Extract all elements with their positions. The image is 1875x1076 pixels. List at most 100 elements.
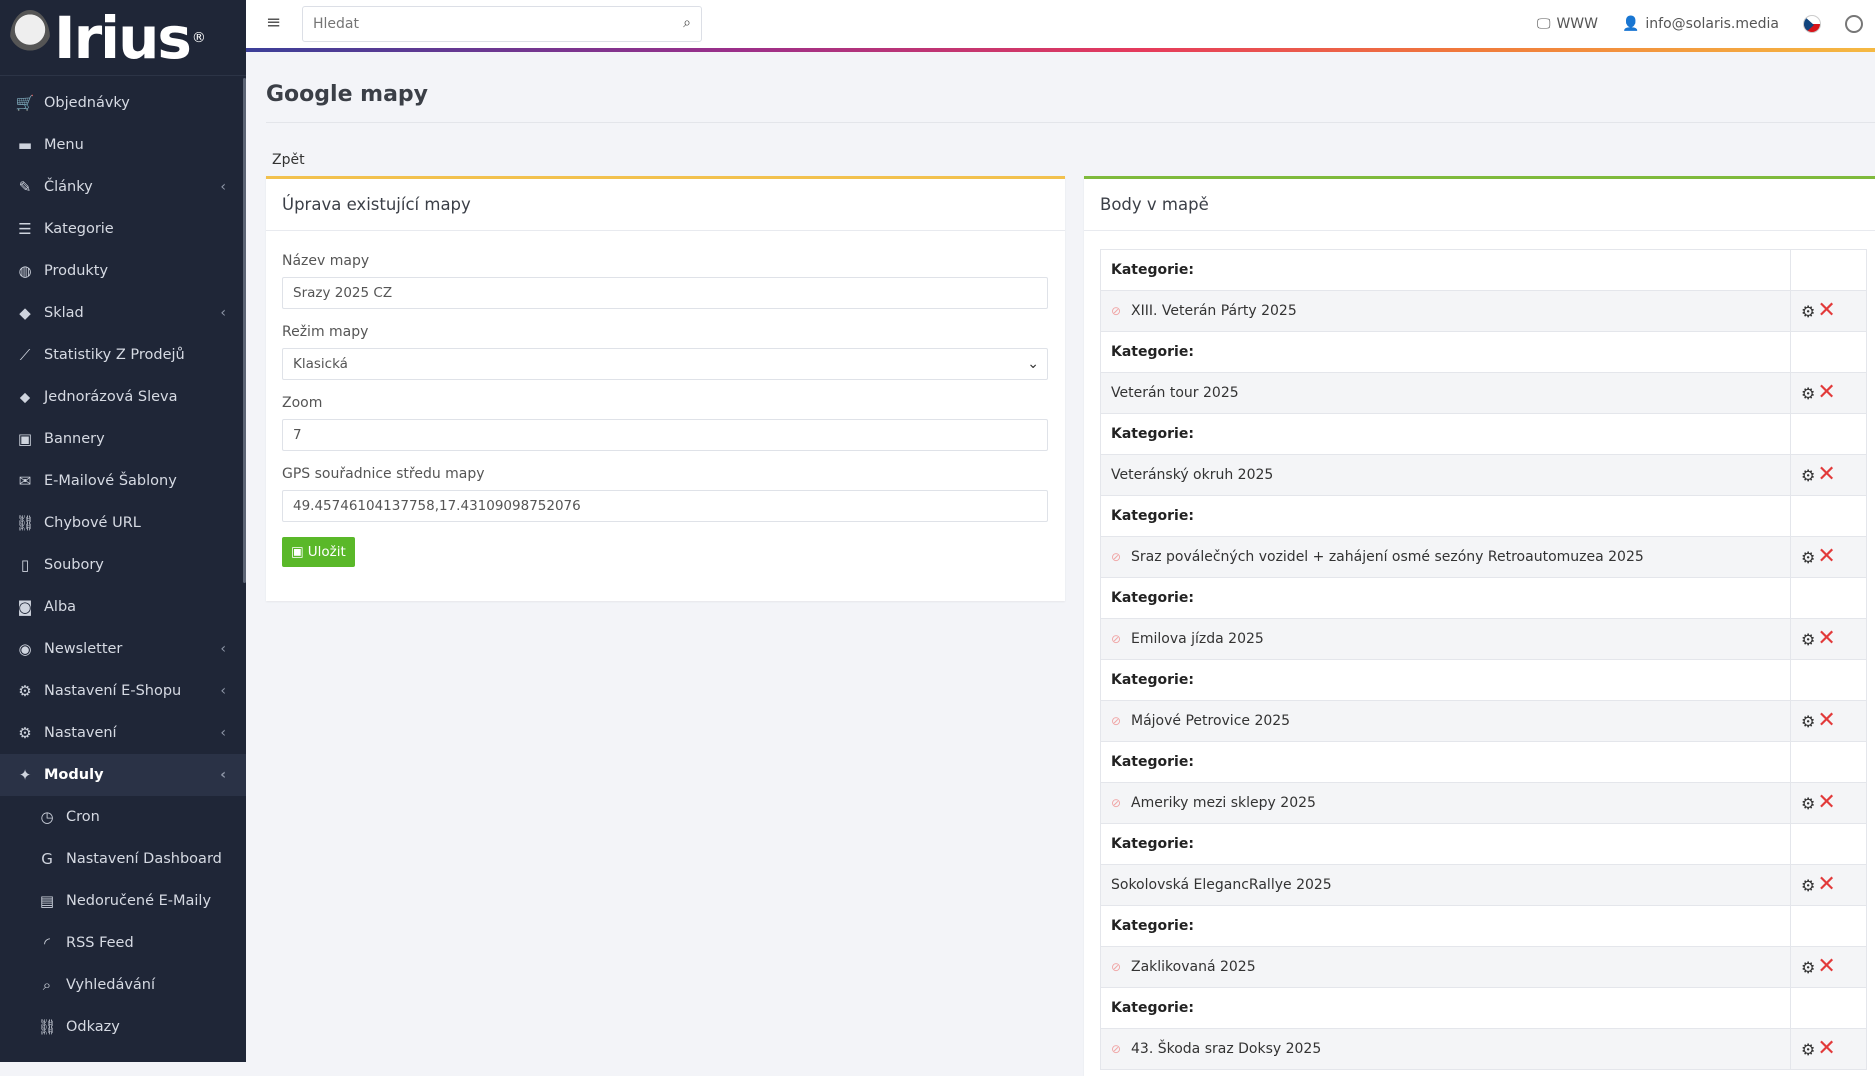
category-row: Kategorie:: [1100, 413, 1867, 455]
chevron-left-icon: ‹: [220, 767, 226, 783]
sidebar-item-6[interactable]: ⟋ Statistiky Z Prodejů: [0, 334, 246, 376]
category-row: Kategorie:: [1100, 249, 1867, 291]
chevron-left-icon: ‹: [220, 305, 226, 321]
sidebar-subitem-label: RSS Feed: [66, 935, 134, 951]
close-icon[interactable]: ✕: [1817, 462, 1835, 487]
sidebar-item-4[interactable]: ◍ Produkty: [0, 250, 246, 292]
gear-icon[interactable]: ⚙: [1801, 794, 1815, 813]
map-point-name: Sraz poválečných vozidel + zahájení osmé…: [1131, 549, 1644, 565]
map-point-actions: ⚙✕: [1790, 782, 1867, 824]
search-input[interactable]: [313, 16, 663, 32]
sidebar-item-11[interactable]: ▯ Soubory: [0, 544, 246, 586]
sidebar-item-16[interactable]: ✦ Moduly ‹: [0, 754, 246, 796]
main-content: Google mapy Zpět Úprava existující mapy …: [246, 52, 1875, 1076]
sidebar-item-10[interactable]: ⛓ Chybové URL: [0, 502, 246, 544]
gear-icon[interactable]: ⚙: [1801, 302, 1815, 321]
close-icon[interactable]: ✕: [1817, 380, 1835, 405]
sidebar-subitem-2[interactable]: ▤ Nedoručené E-Maily: [0, 880, 246, 922]
sidebar-item-8[interactable]: ▣ Bannery: [0, 418, 246, 460]
search-icon: ⌕: [42, 976, 52, 994]
sidebar-item-3[interactable]: ☰ Kategorie: [0, 208, 246, 250]
basketball-icon: ◍: [18, 262, 32, 280]
sidebar: Irius ® 🛒 Objednávky ▬ Menu ✎ Články ‹ ☰ Kategor…: [0, 0, 246, 1062]
map-point-cell: ⊘ Zaklikovaná 2025: [1100, 946, 1791, 988]
eye-slash-icon: ⊘: [1111, 550, 1122, 564]
sidebar-subitem-label: Cron: [66, 809, 100, 825]
sidebar-item-12[interactable]: ◙ Alba: [0, 586, 246, 628]
sidebar-item-label: Nastavení E-Shopu: [44, 683, 182, 699]
map-mode-select[interactable]: Klasická ⌄: [282, 348, 1048, 380]
search-icon[interactable]: ⌕: [683, 15, 691, 31]
close-icon[interactable]: ✕: [1817, 954, 1835, 979]
category-row: Kategorie:: [1100, 577, 1867, 619]
gear-icon[interactable]: ⚙: [1801, 466, 1815, 485]
category-actions-cell: [1790, 823, 1867, 865]
close-icon[interactable]: ✕: [1817, 872, 1835, 897]
sidebar-item-label: Články: [44, 179, 93, 195]
close-icon[interactable]: ✕: [1817, 1036, 1835, 1061]
gear-icon[interactable]: ⚙: [1801, 1040, 1815, 1059]
sidebar-item-label: Sklad: [44, 305, 84, 321]
sidebar-item-label: Soubory: [44, 557, 104, 573]
www-label: WWW: [1556, 16, 1598, 32]
gear-icon[interactable]: ⚙: [1801, 712, 1815, 731]
sidebar-subitem-1[interactable]: G Nastavení Dashboard: [0, 838, 246, 880]
sidebar-item-2[interactable]: ✎ Články ‹: [0, 166, 246, 208]
edit-map-form: Název mapy Srazy 2025 CZ Režim mapy Klas…: [266, 231, 1065, 567]
close-icon[interactable]: ✕: [1817, 626, 1835, 651]
sidebar-item-14[interactable]: ⚙ Nastavení E-Shopu ‹: [0, 670, 246, 712]
sidebar-item-15[interactable]: ⚙ Nastavení ‹: [0, 712, 246, 754]
map-point-name: Sokolovská ElegancRallye 2025: [1111, 877, 1332, 893]
eye-slash-icon: ⊘: [1111, 304, 1122, 318]
chevron-left-icon: ‹: [220, 641, 226, 657]
category-row: Kategorie:: [1100, 495, 1867, 537]
sidebar-item-0[interactable]: 🛒 Objednávky: [0, 82, 246, 124]
category-actions-cell: [1790, 249, 1867, 291]
close-icon[interactable]: ✕: [1817, 544, 1835, 569]
sidebar-subitem-5[interactable]: ⛓ Odkazy: [0, 1006, 246, 1048]
gear-icon[interactable]: ⚙: [1801, 548, 1815, 567]
user-menu[interactable]: 👤 info@solaris.media: [1622, 16, 1779, 32]
map-name-input[interactable]: Srazy 2025 CZ: [282, 277, 1048, 309]
google-icon: G: [41, 850, 53, 868]
map-point-actions: ⚙✕: [1790, 290, 1867, 332]
map-point-row: Veteránský okruh 2025 ⚙✕: [1100, 454, 1867, 496]
close-icon[interactable]: ✕: [1817, 298, 1835, 323]
gps-input[interactable]: 49.45746104137758,17.43109098752076: [282, 490, 1048, 522]
logo[interactable]: Irius ®: [0, 0, 246, 76]
save-button[interactable]: ▣ Uložit: [282, 537, 355, 567]
map-point-row: ⊘ Májové Petrovice 2025 ⚙✕: [1100, 700, 1867, 742]
map-point-row: ⊘ Sraz poválečných vozidel + zahájení osm…: [1100, 536, 1867, 578]
sidebar-item-13[interactable]: ◉ Newsletter ‹: [0, 628, 246, 670]
hamburger-menu-icon[interactable]: ≡: [266, 14, 284, 32]
file-icon: ▯: [20, 556, 30, 574]
map-point-actions: ⚙✕: [1790, 454, 1867, 496]
gear-icon[interactable]: ⚙: [1801, 876, 1815, 895]
map-point-row: Sokolovská ElegancRallye 2025 ⚙✕: [1100, 864, 1867, 906]
close-icon[interactable]: ✕: [1817, 790, 1835, 815]
sidebar-item-9[interactable]: ✉ E-Mailové Šablony: [0, 460, 246, 502]
back-link[interactable]: Zpět: [272, 152, 305, 168]
gear-icon[interactable]: ⚙: [1801, 630, 1815, 649]
zoom-input[interactable]: 7: [282, 419, 1048, 451]
map-point-name: Ameriky mezi sklepy 2025: [1131, 795, 1316, 811]
tag-icon: ⬥: [19, 388, 31, 406]
edit-map-card: Úprava existující mapy Název mapy Srazy …: [266, 176, 1065, 601]
gear-icon[interactable]: ⚙: [1801, 384, 1815, 403]
mail-circle-icon: ◉: [18, 640, 32, 658]
gear-icon[interactable]: ⚙: [1801, 958, 1815, 977]
power-icon[interactable]: [1845, 15, 1863, 33]
close-icon[interactable]: ✕: [1817, 708, 1835, 733]
sidebar-item-7[interactable]: ⬥ Jednorázová Sleva: [0, 376, 246, 418]
sidebar-subitem-0[interactable]: ◷ Cron: [0, 796, 246, 838]
sidebar-item-5[interactable]: ◆ Sklad ‹: [0, 292, 246, 334]
czech-flag-icon[interactable]: [1803, 15, 1821, 33]
eye-slash-icon: ⊘: [1111, 632, 1122, 646]
sidebar-item-1[interactable]: ▬ Menu: [0, 124, 246, 166]
sidebar-subitem-3[interactable]: ◜ RSS Feed: [0, 922, 246, 964]
map-point-row: ⊘ Ameriky mezi sklepy 2025 ⚙✕: [1100, 782, 1867, 824]
map-point-cell: Veterán tour 2025: [1100, 372, 1791, 414]
www-link[interactable]: 🖵 WWW: [1537, 16, 1598, 32]
sidebar-subitem-4[interactable]: ⌕ Vyhledávání: [0, 964, 246, 1006]
zoom-value: 7: [293, 427, 302, 443]
